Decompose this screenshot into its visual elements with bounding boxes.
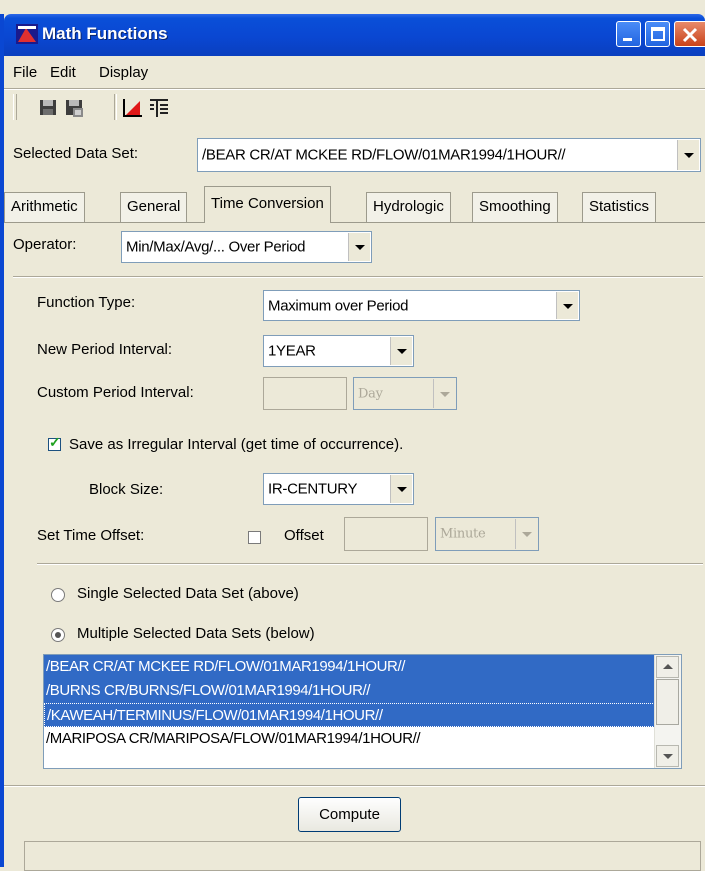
tab-arithmetic[interactable]: Arithmetic bbox=[4, 192, 85, 222]
list-item[interactable]: /KAWEAH/TERMINUS/FLOW/01MAR1994/1HOUR// bbox=[44, 703, 655, 727]
save-icon[interactable] bbox=[37, 95, 59, 119]
chevron-down-icon[interactable] bbox=[390, 475, 412, 503]
tab-hydrologic[interactable]: Hydrologic bbox=[366, 192, 451, 222]
scroll-up-icon[interactable] bbox=[656, 656, 679, 678]
scrollbar-thumb[interactable] bbox=[656, 679, 679, 725]
app-icon bbox=[16, 24, 38, 44]
block-size-value: IR-CENTURY bbox=[268, 480, 358, 498]
tab-strip-line bbox=[4, 222, 705, 223]
offset-checkbox[interactable] bbox=[248, 531, 261, 544]
set-time-offset-label: Set Time Offset: bbox=[37, 527, 145, 544]
function-type-label: Function Type: bbox=[37, 294, 136, 311]
custom-period-interval-label: Custom Period Interval: bbox=[37, 384, 194, 401]
tab-smoothing[interactable]: Smoothing bbox=[472, 192, 558, 222]
offset-unit-dropdown[interactable]: Minute bbox=[435, 517, 539, 551]
irregular-interval-label: Save as Irregular Interval (get time of … bbox=[69, 436, 404, 453]
list-item[interactable]: /BURNS CR/BURNS/FLOW/01MAR1994/1HOUR// bbox=[44, 679, 655, 703]
data-sets-list[interactable]: /BEAR CR/AT MCKEE RD/FLOW/01MAR1994/1HOU… bbox=[43, 654, 682, 769]
custom-period-interval-input[interactable] bbox=[263, 377, 347, 410]
operator-dropdown[interactable]: Min/Max/Avg/... Over Period bbox=[121, 231, 372, 263]
maximize-button[interactable] bbox=[645, 21, 670, 47]
custom-period-unit-dropdown[interactable]: Day bbox=[353, 377, 457, 410]
single-data-set-label: Single Selected Data Set (above) bbox=[77, 585, 299, 602]
table-icon[interactable] bbox=[148, 95, 170, 119]
list-item[interactable]: /MARIPOSA CR/MARIPOSA/FLOW/01MAR1994/1HO… bbox=[44, 727, 655, 751]
offset-label: Offset bbox=[284, 527, 324, 544]
menu-display[interactable]: Display bbox=[99, 64, 148, 81]
block-size-label: Block Size: bbox=[89, 481, 164, 498]
function-type-value: Maximum over Period bbox=[268, 297, 409, 314]
irregular-interval-checkbox[interactable] bbox=[48, 434, 61, 451]
chevron-down-icon[interactable] bbox=[390, 337, 412, 365]
chevron-down-icon[interactable] bbox=[433, 379, 455, 408]
menu-divider-highlight bbox=[4, 89, 705, 90]
function-type-dropdown[interactable]: Maximum over Period bbox=[263, 290, 580, 321]
bottom-divider-highlight bbox=[4, 786, 705, 787]
menu-file[interactable]: File bbox=[13, 64, 37, 81]
chevron-down-icon[interactable] bbox=[556, 292, 578, 319]
chevron-down-icon[interactable] bbox=[677, 140, 699, 170]
operator-label: Operator: bbox=[13, 236, 77, 253]
single-data-set-radio[interactable] bbox=[51, 588, 65, 602]
section-divider-highlight bbox=[37, 564, 703, 565]
selected-data-set-value: /BEAR CR/AT MCKEE RD/FLOW/01MAR1994/1HOU… bbox=[202, 146, 566, 164]
operator-value: Min/Max/Avg/... Over Period bbox=[126, 238, 306, 256]
minimize-button[interactable] bbox=[616, 21, 641, 47]
scroll-down-icon[interactable] bbox=[656, 745, 679, 767]
menu-edit[interactable]: Edit bbox=[50, 64, 76, 81]
custom-period-unit-value: Day bbox=[358, 386, 383, 401]
selected-data-set-label: Selected Data Set: bbox=[13, 145, 139, 162]
new-period-interval-value: 1YEAR bbox=[268, 342, 316, 360]
list-item[interactable]: /BEAR CR/AT MCKEE RD/FLOW/01MAR1994/1HOU… bbox=[44, 655, 655, 679]
chevron-down-icon[interactable] bbox=[515, 519, 537, 549]
plot-icon[interactable] bbox=[121, 95, 143, 119]
block-size-dropdown[interactable]: IR-CENTURY bbox=[263, 473, 414, 505]
list-scrollbar[interactable] bbox=[654, 655, 681, 768]
toolbar-separator bbox=[114, 94, 117, 120]
save-as-icon[interactable] bbox=[63, 95, 85, 119]
title-bar[interactable]: Math Functions bbox=[4, 14, 705, 56]
tab-statistics[interactable]: Statistics bbox=[582, 192, 657, 222]
multiple-data-sets-radio[interactable] bbox=[51, 628, 65, 642]
offset-unit-value: Minute bbox=[440, 526, 486, 542]
chevron-down-icon[interactable] bbox=[348, 233, 370, 261]
toolbar-grip bbox=[13, 94, 17, 120]
new-period-interval-label: New Period Interval: bbox=[37, 341, 173, 358]
compute-button[interactable]: Compute bbox=[298, 797, 401, 832]
tab-time-conversion[interactable]: Time Conversion bbox=[204, 186, 331, 223]
tab-general[interactable]: General bbox=[120, 192, 188, 222]
selected-data-set-dropdown[interactable]: /BEAR CR/AT MCKEE RD/FLOW/01MAR1994/1HOU… bbox=[197, 138, 701, 172]
offset-input[interactable] bbox=[344, 517, 428, 551]
section-divider-highlight bbox=[13, 277, 703, 278]
multiple-data-sets-label: Multiple Selected Data Sets (below) bbox=[77, 625, 315, 642]
close-button[interactable] bbox=[674, 21, 705, 47]
new-period-interval-dropdown[interactable]: 1YEAR bbox=[263, 335, 414, 367]
window-title: Math Functions bbox=[42, 24, 168, 43]
